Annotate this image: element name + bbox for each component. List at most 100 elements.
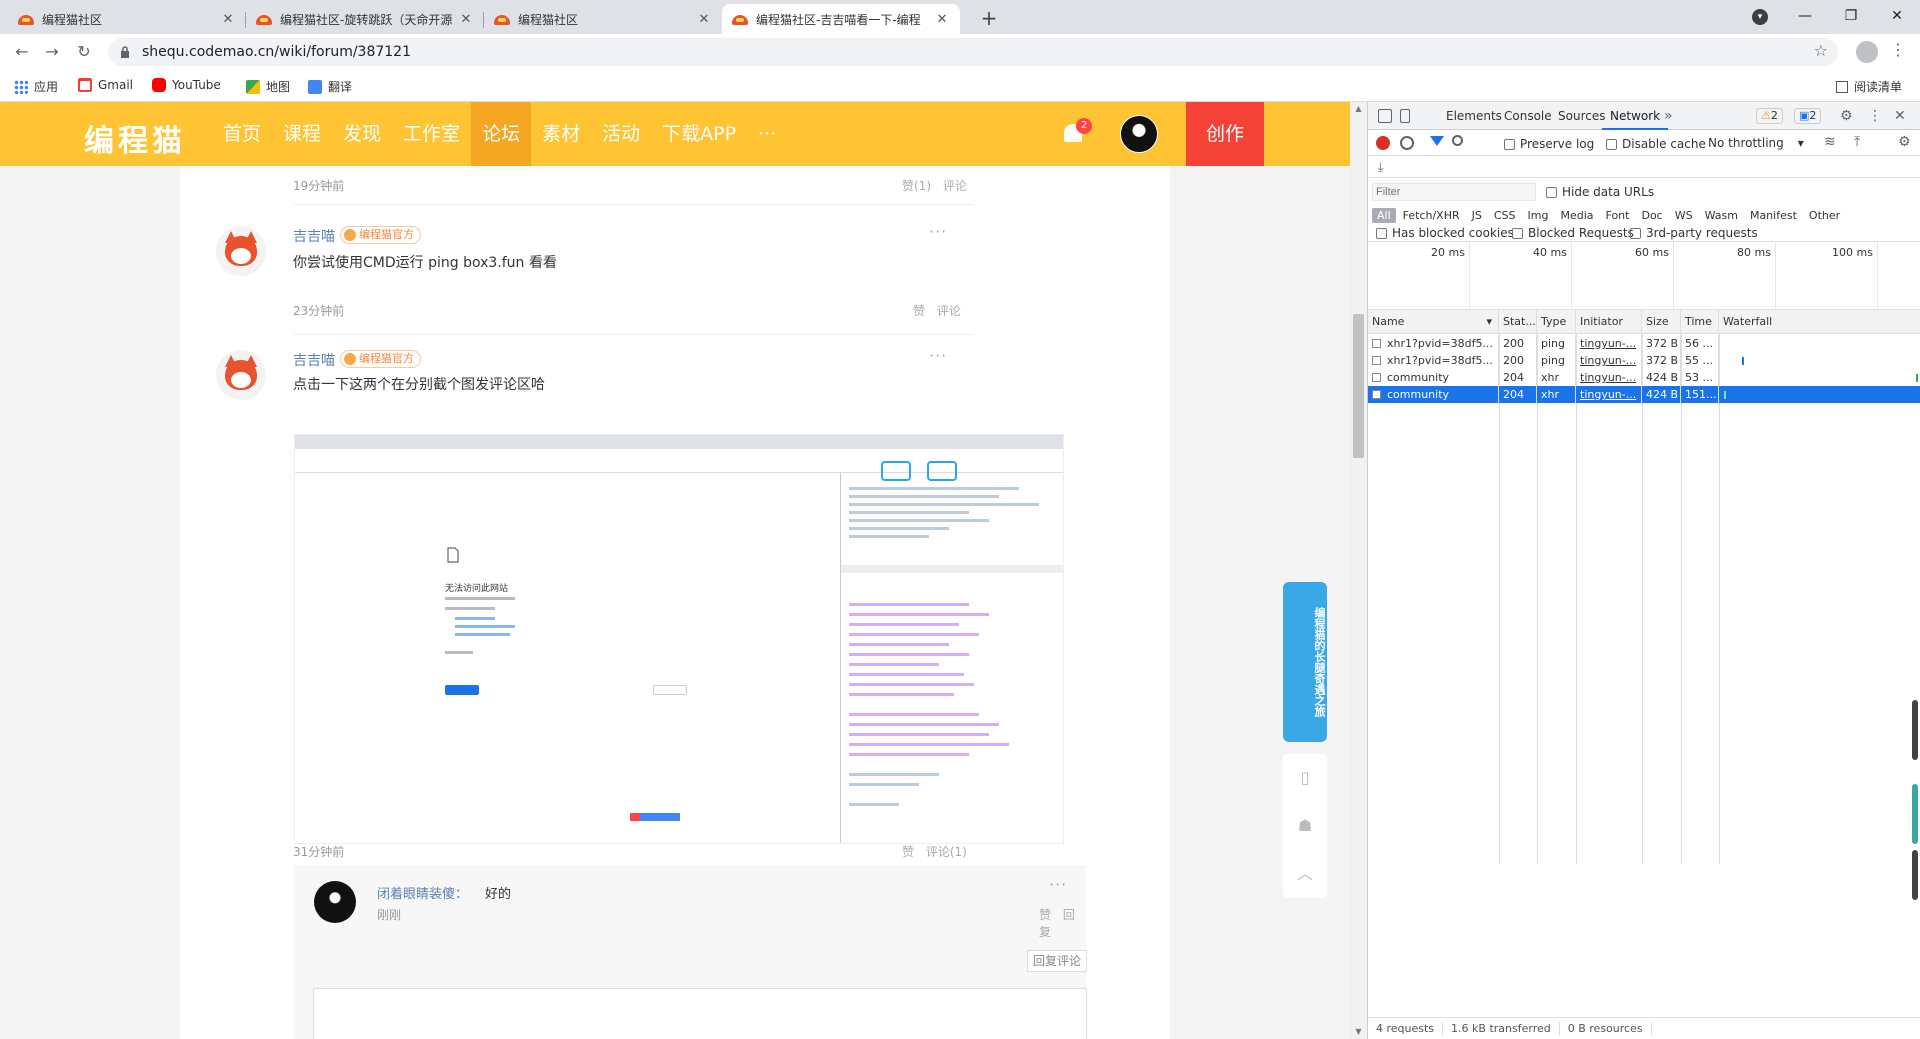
reply-username[interactable]: 闭着眼睛装傻： <box>377 883 468 902</box>
nav-discover[interactable]: 发现 <box>332 102 392 166</box>
nav-materials[interactable]: 素材 <box>531 102 591 166</box>
like-button[interactable]: 赞 <box>1039 908 1051 922</box>
nav-courses[interactable]: 课程 <box>272 102 332 166</box>
user-avatar-fox[interactable] <box>216 350 266 400</box>
bookmark-star-icon[interactable]: ☆ <box>1814 41 1828 60</box>
column-size[interactable]: Size <box>1642 310 1681 334</box>
more-options-icon[interactable]: ··· <box>1049 875 1067 894</box>
has-blocked-cookies-checkbox[interactable]: Has blocked cookies <box>1376 226 1514 240</box>
network-conditions-icon[interactable]: ≋ <box>1824 134 1836 150</box>
close-window-button[interactable]: ✕ <box>1874 0 1920 34</box>
tab-close-icon[interactable]: ✕ <box>696 12 712 27</box>
more-options-icon[interactable]: ··· <box>929 346 947 365</box>
browser-tab-active[interactable]: 编程猫社区-吉吉喵看一下-编程 ✕ <box>722 4 960 34</box>
reading-list-button[interactable]: 阅读清单 <box>1836 78 1902 95</box>
like-button[interactable]: 赞 <box>902 845 914 859</box>
type-filter-img[interactable]: Img <box>1523 208 1554 223</box>
forward-icon[interactable]: → <box>40 40 64 64</box>
account-avatar-icon[interactable] <box>1856 41 1878 63</box>
browser-menu-icon[interactable]: ⋮ <box>1890 40 1906 59</box>
comment-button[interactable]: 评论(1) <box>926 845 967 859</box>
back-icon[interactable]: ← <box>10 40 34 64</box>
third-party-checkbox[interactable]: 3rd-party requests <box>1630 226 1758 240</box>
browser-tab[interactable]: 编程猫社区-旋转跳跃（天命开源 ✕ <box>246 4 484 34</box>
feedback-icon[interactable]: ☗ <box>1283 802 1327 850</box>
filter-input[interactable] <box>1372 183 1536 201</box>
column-name[interactable]: Name ▾ <box>1368 310 1499 334</box>
request-row[interactable]: xhr1?pvid=38df5... 200 ping tingyun-... … <box>1368 335 1920 352</box>
request-initiator-link[interactable]: tingyun-... <box>1576 386 1642 403</box>
nav-forum[interactable]: 论坛 <box>471 102 532 166</box>
comment-button[interactable]: 评论 <box>943 179 967 193</box>
clear-icon[interactable] <box>1400 136 1414 150</box>
comment-button[interactable]: 评论 <box>937 304 961 318</box>
request-row[interactable]: community 204 xhr tingyun-... 424 B 53 .… <box>1368 369 1920 386</box>
mobile-icon[interactable]: ▯ <box>1283 754 1327 802</box>
device-toolbar-icon[interactable] <box>1400 109 1410 123</box>
nav-home[interactable]: 首页 <box>212 102 272 166</box>
bookmark-translate[interactable]: 翻译 <box>308 78 352 95</box>
site-logo[interactable]: 编程猫 <box>84 116 186 160</box>
reload-icon[interactable]: ↻ <box>72 40 96 64</box>
browser-tab[interactable]: 编程猫社区 ✕ <box>484 4 722 34</box>
type-filter-manifest[interactable]: Manifest <box>1745 208 1802 223</box>
import-har-icon[interactable]: ⤒ <box>1854 134 1860 150</box>
like-button[interactable]: 赞(1) <box>902 179 931 193</box>
filter-icon[interactable] <box>1430 136 1444 146</box>
type-filter-other[interactable]: Other <box>1804 208 1845 223</box>
export-har-icon[interactable]: ⤓ <box>1378 160 1383 175</box>
user-avatar[interactable] <box>1120 115 1158 153</box>
bookmark-apps[interactable]: 应用 <box>14 78 58 95</box>
reply-input[interactable] <box>313 988 1087 1039</box>
network-settings-icon[interactable]: ⚙ <box>1898 134 1911 150</box>
scroll-up-icon[interactable]: ▲ <box>1350 102 1367 116</box>
post-username[interactable]: 吉吉喵 <box>293 226 335 246</box>
nav-more[interactable]: ··· <box>747 102 787 166</box>
notification-bell-icon[interactable]: 2 <box>1062 118 1092 144</box>
type-filter-wasm[interactable]: Wasm <box>1700 208 1743 223</box>
type-filter-font[interactable]: Font <box>1601 208 1635 223</box>
column-initiator[interactable]: Initiator <box>1576 310 1642 334</box>
like-button[interactable]: 赞 <box>913 304 925 318</box>
column-time[interactable]: Time <box>1681 310 1719 334</box>
bookmark-youtube[interactable]: YouTube <box>152 78 221 92</box>
messages-counter[interactable]: ▣2 <box>1794 108 1822 124</box>
bookmark-gmail[interactable]: Gmail <box>78 78 133 92</box>
reply-comment-button[interactable]: 回复评论 <box>1027 950 1087 972</box>
preserve-log-checkbox[interactable]: Preserve log <box>1504 137 1594 151</box>
back-to-top-icon[interactable]: ︿ <box>1283 850 1327 898</box>
nav-studio[interactable]: 工作室 <box>392 102 471 166</box>
side-ad-banner[interactable]: 编程猫的长腿奇遇之旅 <box>1283 582 1327 742</box>
create-button[interactable]: 创作 <box>1186 102 1264 166</box>
post-image-screenshot[interactable]: 无法访问此网站 <box>294 434 1064 844</box>
tab-close-icon[interactable]: ✕ <box>220 12 236 27</box>
network-overview-timeline[interactable]: 20 ms 40 ms 60 ms 80 ms 100 ms <box>1368 242 1920 310</box>
throttling-select[interactable]: No throttling ▾ <box>1708 136 1804 150</box>
user-avatar-fox[interactable] <box>216 226 266 276</box>
inspect-element-icon[interactable] <box>1378 109 1392 123</box>
nav-events[interactable]: 活动 <box>591 102 651 166</box>
type-filter-doc[interactable]: Doc <box>1636 208 1667 223</box>
close-devtools-icon[interactable]: ✕ <box>1894 108 1906 124</box>
new-tab-button[interactable]: + <box>976 6 1002 32</box>
type-filter-css[interactable]: CSS <box>1489 208 1521 223</box>
type-filter-media[interactable]: Media <box>1555 208 1598 223</box>
column-type[interactable]: Type <box>1537 310 1576 334</box>
tab-close-icon[interactable]: ✕ <box>934 12 950 27</box>
minimize-button[interactable]: — <box>1782 0 1828 34</box>
type-filter-all[interactable]: All <box>1372 208 1396 223</box>
devtools-tab-network[interactable]: Network <box>1602 102 1669 130</box>
tab-search-icon[interactable]: ▾ <box>1752 9 1768 25</box>
request-initiator-link[interactable]: tingyun-... <box>1576 352 1642 369</box>
post-username[interactable]: 吉吉喵 <box>293 350 335 370</box>
restore-button[interactable]: ❐ <box>1828 0 1874 34</box>
warnings-counter[interactable]: ⚠2 <box>1756 108 1783 124</box>
column-status[interactable]: Stat... <box>1499 310 1537 334</box>
hide-data-urls-checkbox[interactable]: Hide data URLs <box>1546 185 1654 199</box>
devtools-menu-icon[interactable]: ⋮ <box>1868 108 1882 124</box>
column-waterfall[interactable]: Waterfall <box>1719 310 1920 334</box>
disable-cache-checkbox[interactable]: Disable cache <box>1606 137 1706 151</box>
request-initiator-link[interactable]: tingyun-... <box>1576 335 1642 352</box>
type-filter-js[interactable]: JS <box>1467 208 1487 223</box>
request-row-selected[interactable]: community 204 xhr tingyun-... 424 B 151.… <box>1368 386 1920 403</box>
